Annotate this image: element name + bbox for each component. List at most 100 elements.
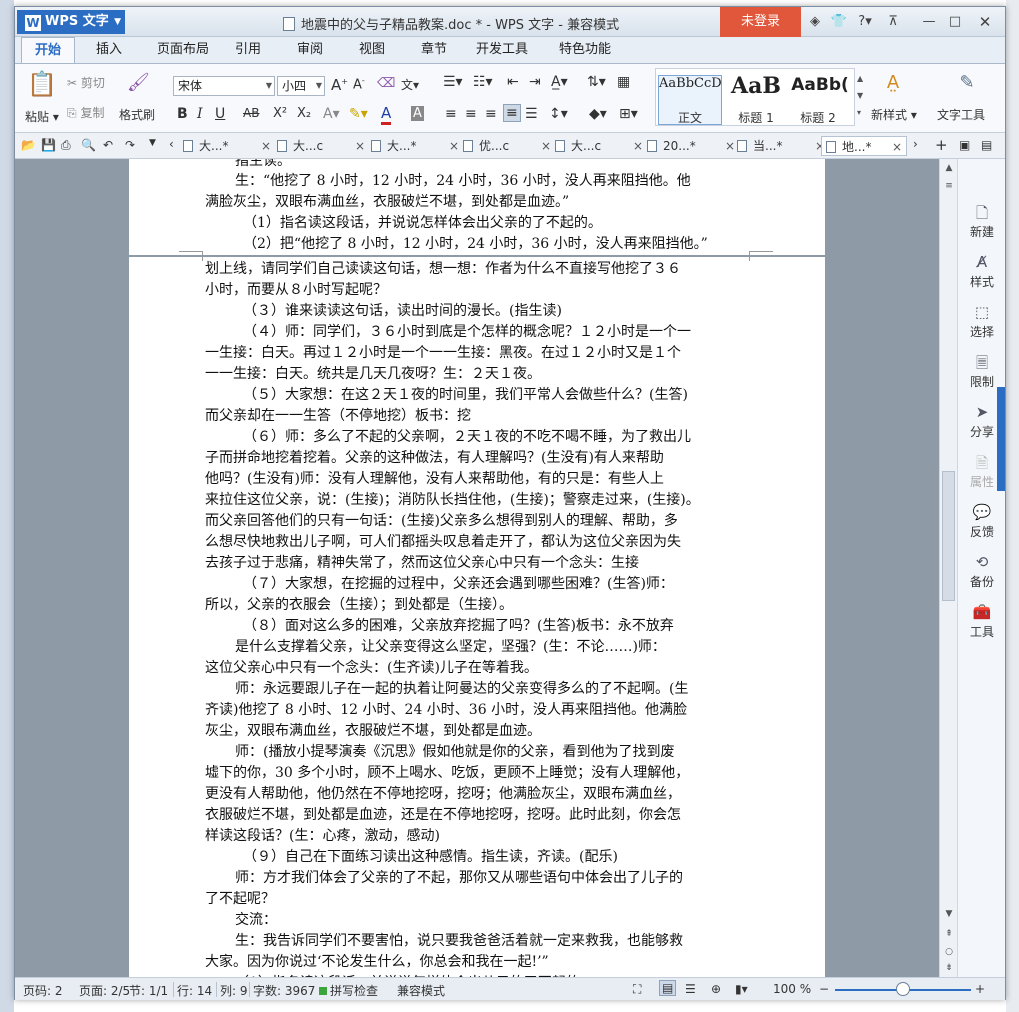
highlight-icon[interactable]: ✎▾	[349, 106, 368, 122]
next-page-icon[interactable]: ⇟	[943, 963, 955, 975]
tab-page-layout[interactable]: 页面布局	[145, 37, 221, 63]
quick-access-dropdown-icon[interactable]: ▼	[149, 138, 156, 148]
outline-view-icon[interactable]: ☰	[685, 982, 696, 996]
close-icon[interactable]: ✕	[975, 12, 995, 32]
doc-tab[interactable]: 20...* ×	[647, 136, 737, 156]
distributed-align-icon[interactable]: ☰	[525, 106, 538, 122]
italic-button[interactable]: I	[197, 106, 203, 122]
paste-button[interactable]: 粘贴 ▾	[25, 108, 59, 125]
format-painter-icon[interactable]: 🖌	[127, 72, 150, 93]
task-tools[interactable]: 🧰 工具	[958, 603, 1006, 640]
scroll-top-icon[interactable]: ▲	[943, 163, 955, 175]
subscript-button[interactable]: X₂	[297, 106, 311, 121]
status-page[interactable]: 页面: 2/5	[79, 982, 130, 999]
task-style[interactable]: A̸ 样式	[958, 253, 1006, 290]
table-icon[interactable]: ▦	[617, 74, 630, 90]
increase-indent-icon[interactable]: ⇥	[529, 74, 541, 90]
font-name-combo[interactable]: 宋体 ▼	[173, 76, 275, 96]
new-tab-icon[interactable]: +	[935, 136, 948, 154]
zoom-slider-thumb[interactable]	[896, 982, 910, 996]
save-icon[interactable]: 💾	[41, 138, 56, 152]
close-icon[interactable]: ×	[725, 136, 735, 156]
close-icon[interactable]: ×	[633, 136, 643, 156]
skin-icon[interactable]: ◈	[805, 12, 825, 32]
page-view-icon[interactable]: ▤	[659, 980, 677, 996]
cut-button[interactable]: ✂ 剪切	[67, 74, 105, 91]
login-button[interactable]: 未登录	[720, 7, 801, 37]
scroll-down-icon[interactable]: ▼	[943, 909, 955, 921]
line-spacing-icon[interactable]: ↕▾	[549, 106, 568, 122]
task-new[interactable]: 🗋 新建	[958, 203, 1006, 240]
close-icon[interactable]: ×	[355, 136, 365, 156]
task-pane-toggle[interactable]	[997, 387, 1005, 491]
doc-tab[interactable]: 大...* ×	[371, 136, 461, 156]
reading-view-icon[interactable]: ▮▾	[735, 982, 748, 996]
tab-list-icon[interactable]: ▤	[981, 138, 992, 152]
spell-check-toggle[interactable]: 拼写检查	[319, 982, 378, 999]
grow-font-icon[interactable]: A+	[331, 76, 348, 94]
fullscreen-view-icon[interactable]: ⛶	[633, 982, 641, 997]
doc-tab[interactable]: 当...*×	[737, 136, 827, 156]
text-tools-icon[interactable]: ✎	[955, 72, 979, 93]
zoom-in-icon[interactable]: +	[975, 982, 985, 996]
bullet-list-icon[interactable]: ☰▾	[443, 74, 463, 90]
status-page-code[interactable]: 页码: 2	[23, 982, 63, 999]
bold-button[interactable]: B	[177, 106, 188, 122]
phonetic-guide-icon[interactable]: 文▾	[401, 76, 419, 93]
close-icon[interactable]: ×	[449, 136, 459, 156]
font-size-combo[interactable]: 小四 ▼	[277, 76, 325, 96]
text-direction-icon[interactable]: A̲▾	[551, 74, 568, 90]
tab-chapter[interactable]: 章节	[411, 37, 457, 63]
browse-object-icon[interactable]: ○	[943, 947, 955, 959]
status-word-count[interactable]: 字数: 3967	[253, 982, 315, 999]
text-effect-icon[interactable]: A▾	[323, 106, 340, 122]
task-feedback[interactable]: 💬 反馈	[958, 503, 1006, 540]
paragraph-shading-icon[interactable]: ◆▾	[589, 106, 607, 122]
format-painter-button[interactable]: 格式刷	[119, 106, 155, 123]
redo-icon[interactable]: ↷	[125, 138, 135, 152]
task-backup[interactable]: ⟲ 备份	[958, 553, 1006, 590]
minimize-icon[interactable]: —	[919, 12, 939, 32]
tab-home[interactable]: 开始	[21, 37, 75, 63]
style-scroll-icon[interactable]: ▲ ▼ ▾	[857, 70, 863, 121]
new-style-icon[interactable]: A̤	[881, 72, 905, 93]
scroll-split-icon[interactable]: ≡	[943, 181, 955, 193]
maximize-icon[interactable]: □	[945, 12, 965, 32]
web-view-icon[interactable]: ⊕	[711, 982, 721, 996]
previous-page-icon[interactable]: ⇞	[943, 929, 955, 941]
vertical-scrollbar[interactable]: ▲ ≡ ▼ ⇞ ○ ⇟	[939, 159, 957, 977]
char-shading-icon[interactable]: A	[411, 106, 424, 121]
clear-format-icon[interactable]: ⌫	[377, 76, 395, 91]
font-color-button[interactable]: A	[381, 104, 392, 125]
style-heading-1[interactable]: AaB	[724, 73, 788, 99]
paste-icon[interactable]: 📋	[27, 70, 57, 100]
tab-menu-icon[interactable]: ▣	[959, 138, 970, 152]
close-icon[interactable]: ×	[541, 136, 551, 156]
print-preview-icon[interactable]: 🔍	[81, 138, 96, 152]
app-menu-button[interactable]: W WPS 文字 ▼	[17, 10, 125, 34]
underline-button[interactable]: U	[215, 106, 225, 122]
numbered-list-icon[interactable]: ☷▾	[473, 74, 493, 90]
tab-scroll-left-icon[interactable]: ‹	[169, 137, 174, 151]
zoom-out-icon[interactable]: −	[819, 982, 829, 996]
task-restrict[interactable]: 🗏 限制	[958, 353, 1006, 390]
open-icon[interactable]: 📂	[21, 138, 36, 152]
task-select[interactable]: ⬚ 选择	[958, 303, 1006, 340]
decrease-indent-icon[interactable]: ⇤	[507, 74, 519, 90]
undo-icon[interactable]: ↶	[103, 138, 113, 152]
doc-tab[interactable]: 大...c ×	[555, 136, 645, 156]
align-left-icon[interactable]: ≡	[445, 106, 457, 122]
doc-tab-active[interactable]: 地...* ×	[821, 136, 907, 156]
align-right-icon[interactable]: ≡	[485, 106, 497, 122]
copy-button[interactable]: ⎘ 复制	[67, 104, 104, 121]
strikethrough-button[interactable]: AB	[243, 106, 259, 120]
tab-special-features[interactable]: 特色功能	[545, 37, 625, 63]
superscript-button[interactable]: X²	[273, 106, 287, 121]
doc-tab[interactable]: 大...* ×	[183, 136, 273, 156]
borders-icon[interactable]: ⊞▾	[619, 106, 638, 122]
new-style-button[interactable]: 新样式 ▾	[871, 106, 917, 123]
tab-review[interactable]: 审阅	[287, 37, 333, 63]
doc-tab[interactable]: 优...c ×	[463, 136, 553, 156]
sort-icon[interactable]: ⇅▾	[587, 74, 606, 90]
help-icon[interactable]: ?▾	[853, 12, 877, 32]
